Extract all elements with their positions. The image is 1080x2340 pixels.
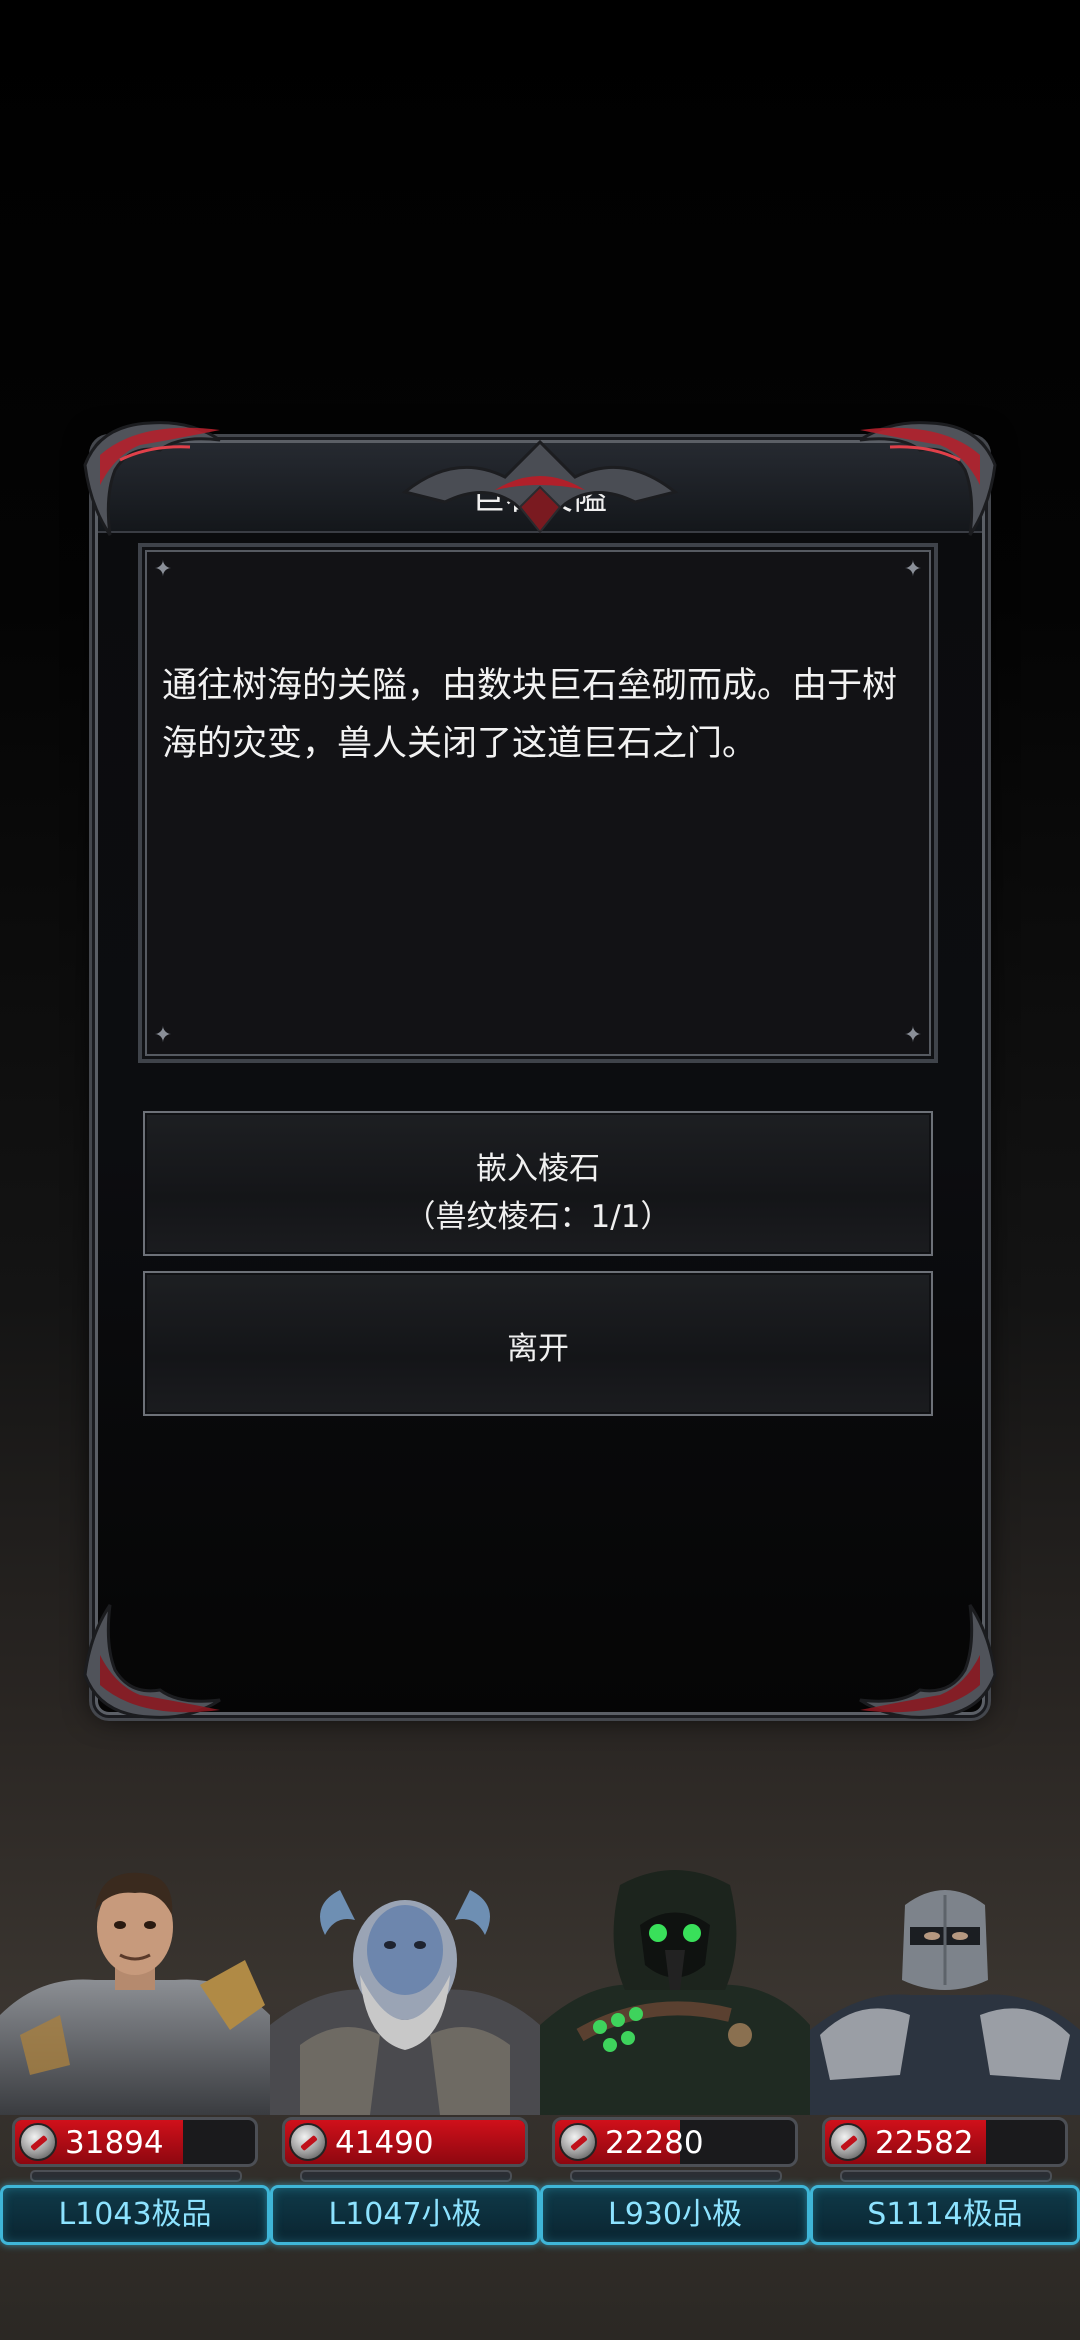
title-ornament-icon xyxy=(401,439,679,534)
frame-corner-icon xyxy=(859,421,997,536)
mana-bar xyxy=(840,2170,1052,2182)
sword-icon xyxy=(19,2123,57,2161)
frame-corner-icon xyxy=(859,1604,997,1719)
embed-stone-label: 嵌入棱石 xyxy=(476,1151,600,1187)
mana-bar xyxy=(30,2170,242,2182)
sparkle-icon: ✦ xyxy=(903,1023,923,1048)
party-member-1[interactable]: 31894 L1043极品 xyxy=(0,1865,270,2245)
frame-corner-icon xyxy=(83,421,221,536)
hero-name-plate: L1047小极 xyxy=(270,2185,540,2245)
hero-name-plate: L1043极品 xyxy=(0,2185,270,2245)
warrior-portrait-icon xyxy=(0,1872,270,2115)
event-dialog: 巨石关隘 ✦ ✦ ✦ ✦ 通往树海的关隘，由数块巨石垒砌而成。由于树海的灾变，兽… xyxy=(95,440,985,1715)
leave-label: 离开 xyxy=(507,1331,569,1367)
sword-icon xyxy=(289,2123,327,2161)
hp-bar: 31894 xyxy=(12,2117,258,2167)
description-text: 通往树海的关隘，由数块巨石垒砌而成。由于树海的灾变，兽人关闭了这道巨石之门。 xyxy=(162,666,898,764)
hp-bar: 41490 xyxy=(282,2117,528,2167)
sparkle-icon: ✦ xyxy=(153,557,173,582)
hp-value: 41490 xyxy=(335,2125,434,2161)
embed-stone-button[interactable]: 嵌入棱石 （兽纹棱石：1/1） xyxy=(143,1111,933,1256)
party-member-2[interactable]: 41490 L1047小极 xyxy=(270,1865,540,2245)
hero-name-plate: S1114极品 xyxy=(810,2185,1080,2245)
hp-value: 22582 xyxy=(875,2125,974,2161)
plague-doctor-portrait-icon xyxy=(540,1870,810,2115)
frame-corner-icon xyxy=(83,1604,221,1719)
hp-value: 22280 xyxy=(605,2125,704,2161)
horned-beast-portrait-icon xyxy=(270,1890,540,2115)
embed-stone-requirement: （兽纹棱石：1/1） xyxy=(404,1199,672,1235)
hp-bar: 22582 xyxy=(822,2117,1068,2167)
sword-icon xyxy=(829,2123,867,2161)
party-member-3[interactable]: 22280 L930小极 xyxy=(540,1865,810,2245)
hp-bar: 22280 xyxy=(552,2117,798,2167)
description-panel: ✦ ✦ ✦ ✦ 通往树海的关隘，由数块巨石垒砌而成。由于树海的灾变，兽人关闭了这… xyxy=(138,543,938,1063)
hero-name-plate: L930小极 xyxy=(540,2185,810,2245)
leave-button[interactable]: 离开 xyxy=(143,1271,933,1416)
mana-bar xyxy=(570,2170,782,2182)
masked-knight-portrait-icon xyxy=(810,1890,1080,2115)
sparkle-icon: ✦ xyxy=(153,1023,173,1048)
hp-value: 31894 xyxy=(65,2125,164,2161)
party-member-4[interactable]: 22582 S1114极品 xyxy=(810,1865,1080,2245)
mana-bar xyxy=(300,2170,512,2182)
sword-icon xyxy=(559,2123,597,2161)
sparkle-icon: ✦ xyxy=(903,557,923,582)
